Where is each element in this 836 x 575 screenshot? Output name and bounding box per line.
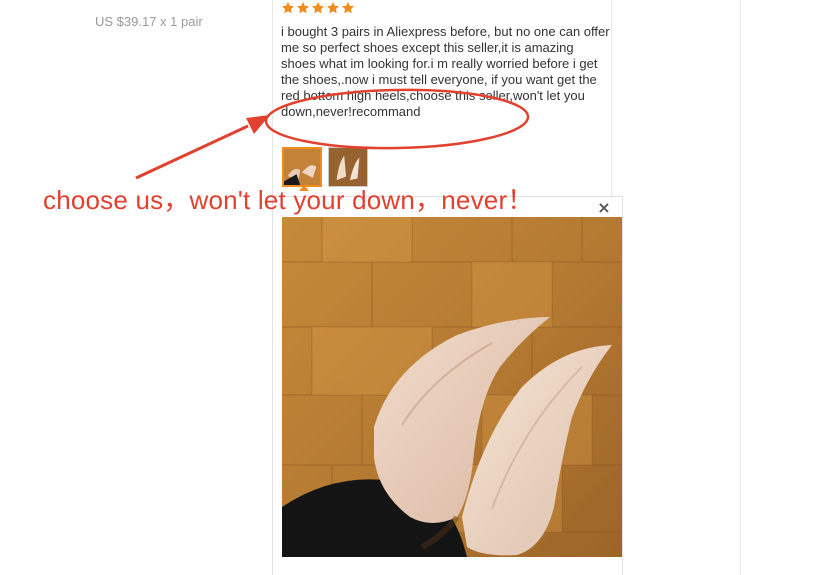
review-photo-thumbnail-1[interactable] <box>282 147 322 187</box>
column-divider-right <box>740 0 741 575</box>
annotation-callout-text: choose us，won't let your down，never！ <box>43 185 534 215</box>
order-price: US $39.17 x 1 pair <box>95 14 203 29</box>
star-icon <box>281 1 295 14</box>
star-icon <box>311 1 325 14</box>
review-photo-thumbnail-2[interactable] <box>328 147 368 187</box>
review-text: i bought 3 pairs in Aliexpress before, b… <box>281 24 610 119</box>
star-icon <box>326 1 340 14</box>
star-rating <box>281 1 355 15</box>
arrow-icon <box>135 115 270 180</box>
review-photo-enlarged[interactable] <box>282 217 622 557</box>
star-icon <box>341 1 355 14</box>
review-photo-thumbnails <box>282 147 368 187</box>
close-icon[interactable]: × <box>596 200 612 216</box>
star-icon <box>296 1 310 14</box>
